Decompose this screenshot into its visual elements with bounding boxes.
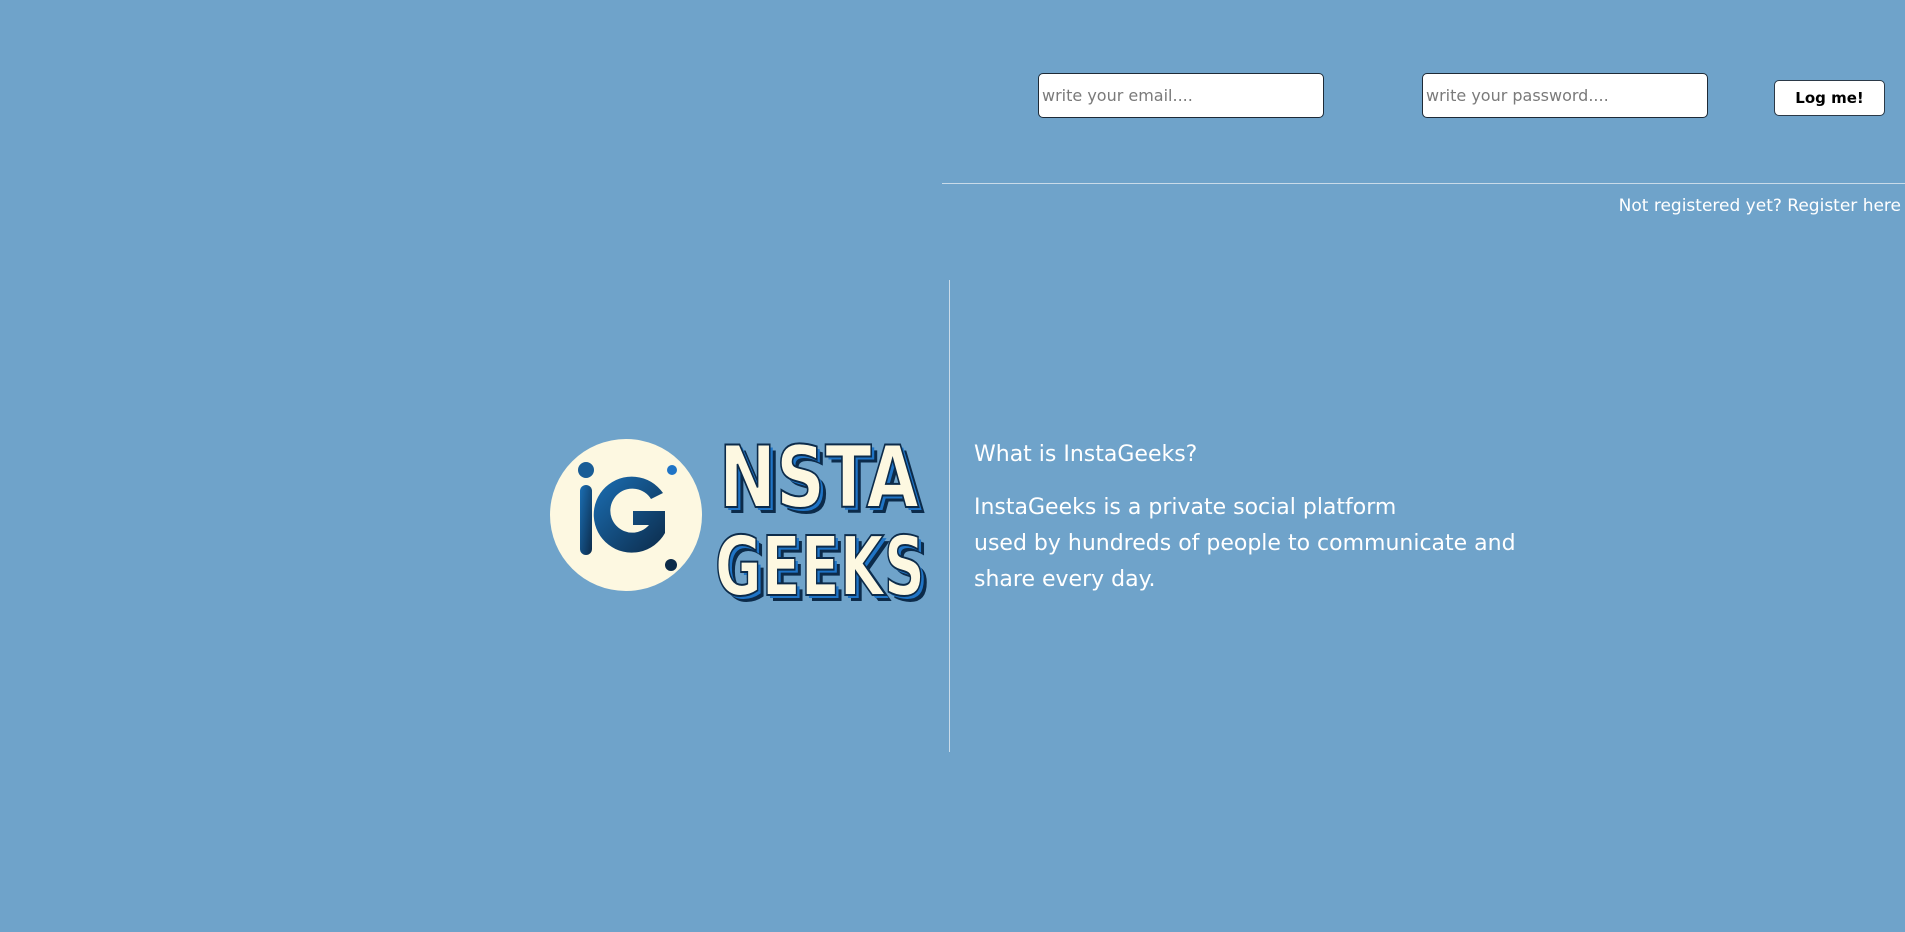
- about-line: share every day.: [974, 567, 1156, 592]
- logo-emblem: [550, 439, 702, 591]
- login-page: Log me! Not registered yet? Register her…: [0, 0, 1905, 932]
- instageeks-logo: NSTA NSTA NSTA GEEKS GEEKS GEEKS: [545, 415, 935, 621]
- logo-graphic: NSTA NSTA NSTA GEEKS GEEKS GEEKS: [550, 427, 931, 621]
- email-input[interactable]: [1038, 73, 1324, 118]
- register-link[interactable]: Not registered yet? Register here: [1619, 196, 1901, 216]
- about-description: InstaGeeks is a private social platform …: [974, 490, 1574, 598]
- about-section: What is InstaGeeks? InstaGeeks is a priv…: [974, 440, 1574, 598]
- password-input[interactable]: [1422, 73, 1708, 118]
- about-title: What is InstaGeeks?: [974, 442, 1198, 467]
- login-button[interactable]: Log me!: [1774, 80, 1885, 116]
- logo-line1: NSTA: [719, 428, 919, 528]
- about-line: InstaGeeks is a private social platform: [974, 495, 1397, 520]
- login-bar: Log me!: [0, 0, 1905, 130]
- header-divider: [942, 183, 1905, 184]
- logo-wordmark: NSTA NSTA NSTA GEEKS GEEKS GEEKS: [714, 427, 931, 621]
- logo-line2: GEEKS: [715, 520, 925, 615]
- content-divider: [949, 280, 950, 752]
- about-line: used by hundreds of people to communicat…: [974, 531, 1516, 556]
